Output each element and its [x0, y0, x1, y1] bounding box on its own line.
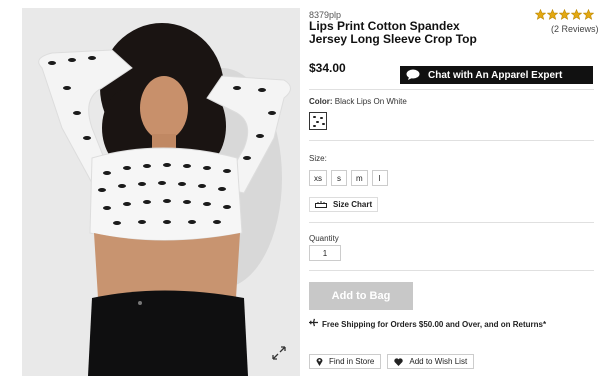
expand-image-button[interactable] — [272, 346, 292, 366]
airplane-icon — [309, 318, 318, 327]
ruler-icon — [315, 201, 327, 208]
model-illustration — [22, 8, 300, 376]
map-pin-icon — [316, 358, 323, 366]
size-option-m[interactable]: m — [351, 170, 368, 186]
size-label: Size: — [309, 154, 327, 163]
star-icon — [571, 9, 582, 20]
color-swatch[interactable] — [309, 112, 327, 130]
shipping-text: Free Shipping for Orders $50.00 and Over… — [322, 320, 547, 329]
star-icon — [559, 9, 570, 20]
product-price: $34.00 — [309, 61, 346, 75]
star-icon — [583, 9, 594, 20]
quantity-label: Quantity — [309, 234, 339, 243]
size-option-l[interactable]: l — [371, 170, 388, 186]
reviews-link[interactable]: (2 Reviews) — [551, 24, 599, 34]
size-options: xs s m l — [309, 170, 388, 186]
color-info: Color: Black Lips On White — [309, 97, 407, 106]
add-to-bag-button[interactable]: Add to Bag — [309, 282, 413, 310]
divider — [309, 89, 594, 90]
expand-icon — [272, 346, 286, 360]
color-value: Black Lips On White — [334, 97, 407, 106]
size-option-xs[interactable]: xs — [309, 170, 327, 186]
divider — [309, 270, 594, 271]
chat-expert-label: Chat with An Apparel Expert — [428, 69, 563, 81]
divider — [309, 222, 594, 223]
add-to-wish-list-button[interactable]: Add to Wish List — [387, 354, 475, 369]
color-label: Color: — [309, 97, 333, 106]
heart-icon — [394, 357, 404, 366]
shipping-notice: Free Shipping for Orders $50.00 and Over… — [309, 318, 599, 330]
secondary-actions: Find in Store Add to Wish List — [309, 354, 475, 369]
chat-bubble-icon — [406, 69, 420, 80]
divider — [309, 140, 594, 141]
swatch-pattern — [311, 114, 325, 128]
star-icon — [535, 9, 546, 20]
product-title: Lips Print Cotton Spandex Jersey Long Sl… — [309, 19, 477, 46]
size-option-s[interactable]: s — [331, 170, 347, 186]
star-icon — [547, 9, 558, 20]
product-image[interactable] — [22, 8, 300, 376]
rating-stars[interactable] — [535, 9, 594, 20]
wish-list-label: Add to Wish List — [409, 357, 468, 366]
find-in-store-label: Find in Store — [329, 357, 375, 366]
size-chart-button[interactable]: Size Chart — [309, 197, 379, 212]
size-chart-label: Size Chart — [333, 200, 373, 209]
find-in-store-button[interactable]: Find in Store — [309, 354, 382, 369]
chat-expert-button[interactable]: Chat with An Apparel Expert — [400, 66, 593, 84]
quantity-field[interactable]: 1 — [309, 245, 341, 261]
